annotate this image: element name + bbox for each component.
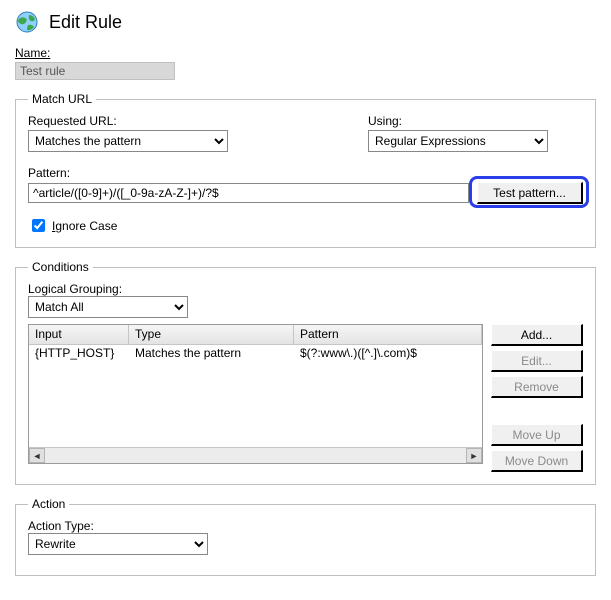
table-row[interactable]: {HTTP_HOST} Matches the pattern $(?:www\… <box>29 345 482 363</box>
remove-condition-button[interactable]: Remove <box>491 376 583 398</box>
pattern-label: Pattern: <box>28 166 70 180</box>
ignore-case-label[interactable]: Ignore Case <box>52 219 117 233</box>
page-title: Edit Rule <box>49 12 122 33</box>
cell-input: {HTTP_HOST} <box>29 345 129 363</box>
col-header-pattern[interactable]: Pattern <box>294 325 482 344</box>
horizontal-scrollbar[interactable]: ◄ ► <box>29 447 482 463</box>
using-select[interactable]: Regular Expressions <box>368 130 548 152</box>
requested-url-select[interactable]: Matches the pattern <box>28 130 228 152</box>
logical-grouping-select[interactable]: Match All <box>28 296 188 318</box>
scroll-right-icon[interactable]: ► <box>466 448 482 463</box>
conditions-legend: Conditions <box>28 260 93 274</box>
col-header-type[interactable]: Type <box>129 325 294 344</box>
action-legend: Action <box>28 497 69 511</box>
match-url-group: Match URL Requested URL: Matches the pat… <box>15 92 596 248</box>
test-pattern-button[interactable]: Test pattern... <box>477 182 583 204</box>
logical-grouping-label: Logical Grouping: <box>28 282 122 296</box>
move-up-button[interactable]: Move Up <box>491 424 583 446</box>
rule-name-input[interactable] <box>15 62 175 80</box>
using-label: Using: <box>368 114 583 128</box>
conditions-table[interactable]: Input Type Pattern {HTTP_HOST} Matches t… <box>28 324 483 464</box>
pattern-input[interactable] <box>28 183 469 203</box>
edit-condition-button[interactable]: Edit... <box>491 350 583 372</box>
col-header-input[interactable]: Input <box>29 325 129 344</box>
action-type-select[interactable]: Rewrite <box>28 533 208 555</box>
requested-url-label: Requested URL: <box>28 114 228 128</box>
move-down-button[interactable]: Move Down <box>491 450 583 472</box>
action-group: Action Action Type: Rewrite <box>15 497 596 576</box>
name-label: Name: <box>15 46 596 60</box>
add-condition-button[interactable]: Add... <box>491 324 583 346</box>
cell-pattern: $(?:www\.)([^.]\.com)$ <box>294 345 482 363</box>
ignore-case-checkbox[interactable] <box>32 219 45 232</box>
action-type-label: Action Type: <box>28 519 94 533</box>
cell-type: Matches the pattern <box>129 345 294 363</box>
match-url-legend: Match URL <box>28 92 96 106</box>
scroll-left-icon[interactable]: ◄ <box>29 448 45 463</box>
conditions-group: Conditions Logical Grouping: Match All I… <box>15 260 596 485</box>
globe-icon <box>15 10 39 34</box>
